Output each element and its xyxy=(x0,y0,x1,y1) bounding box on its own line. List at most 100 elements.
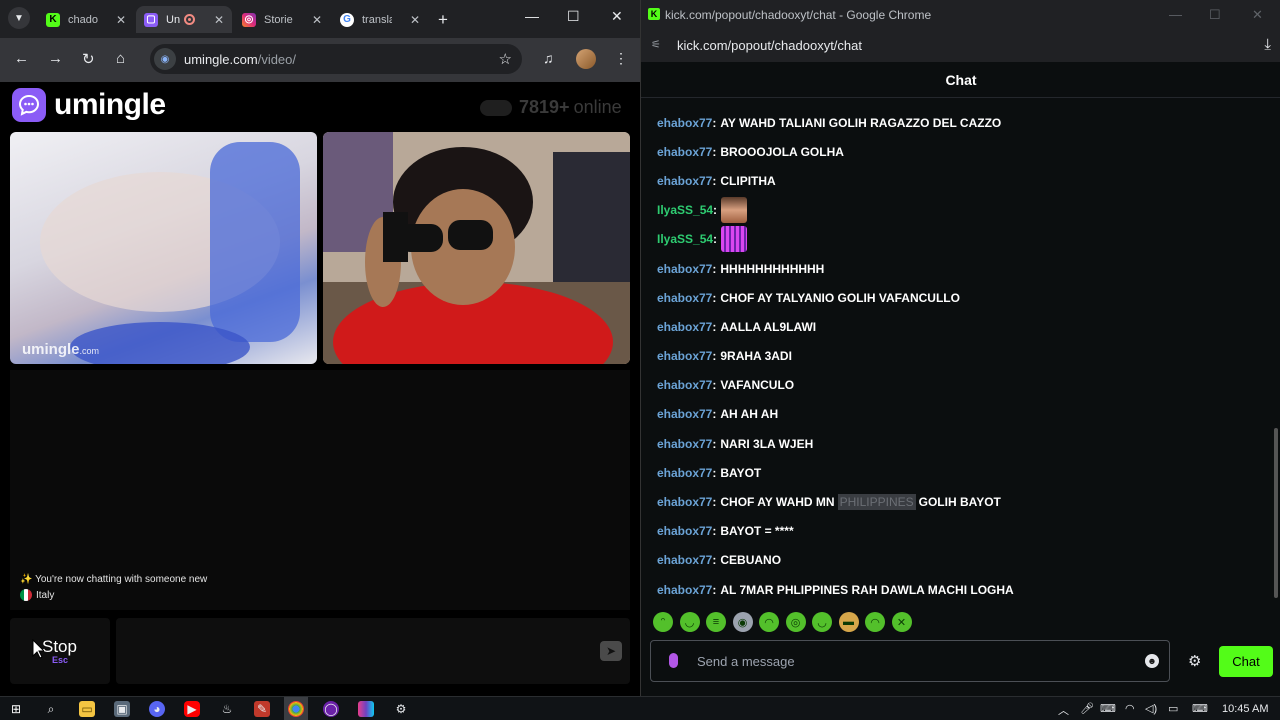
discord-icon[interactable]: ◕ xyxy=(149,701,165,717)
username[interactable]: ehabox77 xyxy=(657,553,712,567)
username[interactable]: ehabox77 xyxy=(657,524,712,538)
emote-6-icon[interactable]: ◎ xyxy=(785,612,806,632)
media-control-icon[interactable]: ♫ xyxy=(543,50,554,66)
username[interactable]: ehabox77 xyxy=(657,466,712,480)
username[interactable]: ehabox77 xyxy=(657,407,712,421)
tray-microphone-icon[interactable]: 🎤︎ xyxy=(1080,702,1094,715)
message-input[interactable] xyxy=(116,618,630,684)
username[interactable]: IlyaSS_54 xyxy=(657,232,713,246)
download-icon[interactable]: ⤓ xyxy=(1264,36,1271,53)
tab-title: chado xyxy=(68,13,98,26)
menu-kebab-icon[interactable]: ⋮ xyxy=(614,50,628,67)
send-message-input[interactable] xyxy=(697,651,1117,671)
tab-umingle[interactable]: ▢ Un ✕ xyxy=(136,6,232,33)
username[interactable]: ehabox77 xyxy=(657,495,712,509)
settings-app-icon[interactable]: ⚙ xyxy=(393,701,409,717)
forward-icon[interactable]: → xyxy=(48,50,63,67)
virtual-machine-icon[interactable]: ▣ xyxy=(114,701,130,717)
tray-volume-icon[interactable]: ◁) xyxy=(1145,702,1157,715)
online-toggle[interactable] xyxy=(480,99,512,116)
emote-10-icon[interactable]: ✕ xyxy=(891,612,912,632)
face-emote-icon[interactable] xyxy=(721,197,748,224)
site-settings-icon[interactable]: ⚟ xyxy=(651,38,661,51)
emote-7-icon[interactable]: ◡ xyxy=(812,612,832,632)
address-bar[interactable]: ◉ umingle.com/video/ ☆ xyxy=(150,44,522,74)
tab-google-translate[interactable]: G transla ✕ xyxy=(332,6,428,33)
equalizer-emote-icon[interactable] xyxy=(721,226,748,253)
site-info-icon[interactable]: ◉ xyxy=(154,48,176,70)
maximize-icon[interactable]: ☐ xyxy=(567,8,580,25)
emote-1-icon[interactable]: ᵔ xyxy=(653,612,673,632)
tab-kick[interactable]: K chado ✕ xyxy=(38,6,134,33)
emoji-picker-icon[interactable]: ☻ xyxy=(1145,654,1159,668)
tab-search-button[interactable]: ▼ xyxy=(8,7,30,29)
username[interactable]: ehabox77 xyxy=(657,320,712,334)
tray-wifi-icon[interactable]: ◠ xyxy=(1125,702,1135,715)
username[interactable]: ehabox77 xyxy=(657,291,712,305)
username[interactable]: ehabox77 xyxy=(657,262,712,276)
windows-taskbar: ⊞ ⌕ ▭ ▣ ◕ ▶ ♨ ✎ ◯ ⚙ ︿ 🎤︎ ⌨ ◠ ◁) ▭ ⌨ 10:4… xyxy=(0,696,1280,720)
umingle-browser-window: ▼ K chado ✕ ▢ Un ✕ ◎ Storie ✕ G transla … xyxy=(0,0,640,696)
censored-word[interactable]: PHILIPPINES xyxy=(837,494,916,511)
obs-icon[interactable]: ◯ xyxy=(323,701,339,717)
tray-input-icon[interactable]: ⌨ xyxy=(1100,702,1116,715)
minimize-icon[interactable]: — xyxy=(525,8,539,24)
umingle-logo[interactable]: umingle xyxy=(12,88,166,122)
chat-settings-icon[interactable]: ⚙ xyxy=(1188,652,1201,670)
app-icon[interactable]: ✎ xyxy=(254,701,270,717)
umingle-watermark: umingle.com xyxy=(22,341,100,358)
username[interactable]: ehabox77 xyxy=(657,378,712,392)
reload-icon[interactable]: ↻ xyxy=(82,50,95,68)
close-tab-icon[interactable]: ✕ xyxy=(312,13,322,27)
emote-2-icon[interactable]: ◡ xyxy=(679,612,700,632)
emote-5-icon[interactable]: ◠ xyxy=(759,612,779,632)
back-icon[interactable]: ← xyxy=(14,50,29,67)
emote-8-icon[interactable]: ▬ xyxy=(838,612,859,632)
emote-4-icon[interactable]: ◉ xyxy=(732,612,753,632)
profile-avatar[interactable] xyxy=(576,49,596,69)
send-message-box: ☻ xyxy=(650,640,1170,682)
close-window-icon[interactable]: ✕ xyxy=(1252,7,1263,23)
username[interactable]: ehabox77 xyxy=(657,583,712,597)
windows-start-icon[interactable]: ⊞ xyxy=(8,701,24,717)
chat-send-button[interactable]: Chat xyxy=(1219,646,1273,677)
recording-icon xyxy=(184,14,195,25)
youtube-icon[interactable]: ▶ xyxy=(184,701,200,717)
taskbar-clock[interactable]: 10:45 AM xyxy=(1222,703,1268,715)
close-tab-icon[interactable]: ✕ xyxy=(410,13,420,27)
steam-icon[interactable]: ♨ xyxy=(219,701,235,717)
maximize-icon[interactable]: ☐ xyxy=(1209,7,1221,23)
bookmark-star-icon[interactable]: ☆ xyxy=(499,50,512,68)
username[interactable]: ehabox77 xyxy=(657,145,712,159)
close-window-icon[interactable]: ✕ xyxy=(611,8,623,25)
file-explorer-icon[interactable]: ▭ xyxy=(79,701,95,717)
microphone-icon[interactable] xyxy=(669,653,678,668)
username[interactable]: ehabox77 xyxy=(657,174,712,188)
minimize-icon[interactable]: — xyxy=(1169,7,1182,22)
tray-keyboard-icon[interactable]: ⌨ xyxy=(1192,702,1208,715)
username[interactable]: ehabox77 xyxy=(657,349,712,363)
popup-url[interactable]: kick.com/popout/chadooxyt/chat xyxy=(677,38,862,53)
tray-overflow-icon[interactable]: ︿ xyxy=(1058,702,1069,718)
send-icon[interactable]: ➤ xyxy=(600,641,622,661)
kick-icon: K xyxy=(648,8,660,20)
username[interactable]: ehabox77 xyxy=(657,437,712,451)
emote-9-icon[interactable]: ◠ xyxy=(865,612,885,632)
close-tab-icon[interactable]: ✕ xyxy=(214,13,224,27)
close-tab-icon[interactable]: ✕ xyxy=(116,13,126,27)
chat-scrollbar[interactable] xyxy=(1274,428,1278,598)
media-app-icon[interactable] xyxy=(358,701,374,717)
emote-3-icon[interactable]: ≡ xyxy=(706,612,726,632)
quick-emote-bar: ᵔ ◡ ≡ ◉ ◠ ◎ ◡ ▬ ◠ ✕ xyxy=(653,612,918,632)
tray-battery-icon[interactable]: ▭ xyxy=(1168,702,1178,715)
username[interactable]: ehabox77 xyxy=(657,116,712,130)
new-tab-icon[interactable]: + xyxy=(438,10,448,30)
mouse-cursor-icon xyxy=(32,638,44,659)
chrome-icon[interactable] xyxy=(288,701,304,717)
home-icon[interactable]: ⌂ xyxy=(116,50,125,67)
local-video: umingle.com xyxy=(10,132,317,364)
tab-instagram[interactable]: ◎ Storie ✕ xyxy=(234,6,330,33)
username[interactable]: IlyaSS_54 xyxy=(657,203,713,217)
window-title: kick.com/popout/chadooxyt/chat - Google … xyxy=(665,8,932,22)
search-icon[interactable]: ⌕ xyxy=(43,701,59,717)
